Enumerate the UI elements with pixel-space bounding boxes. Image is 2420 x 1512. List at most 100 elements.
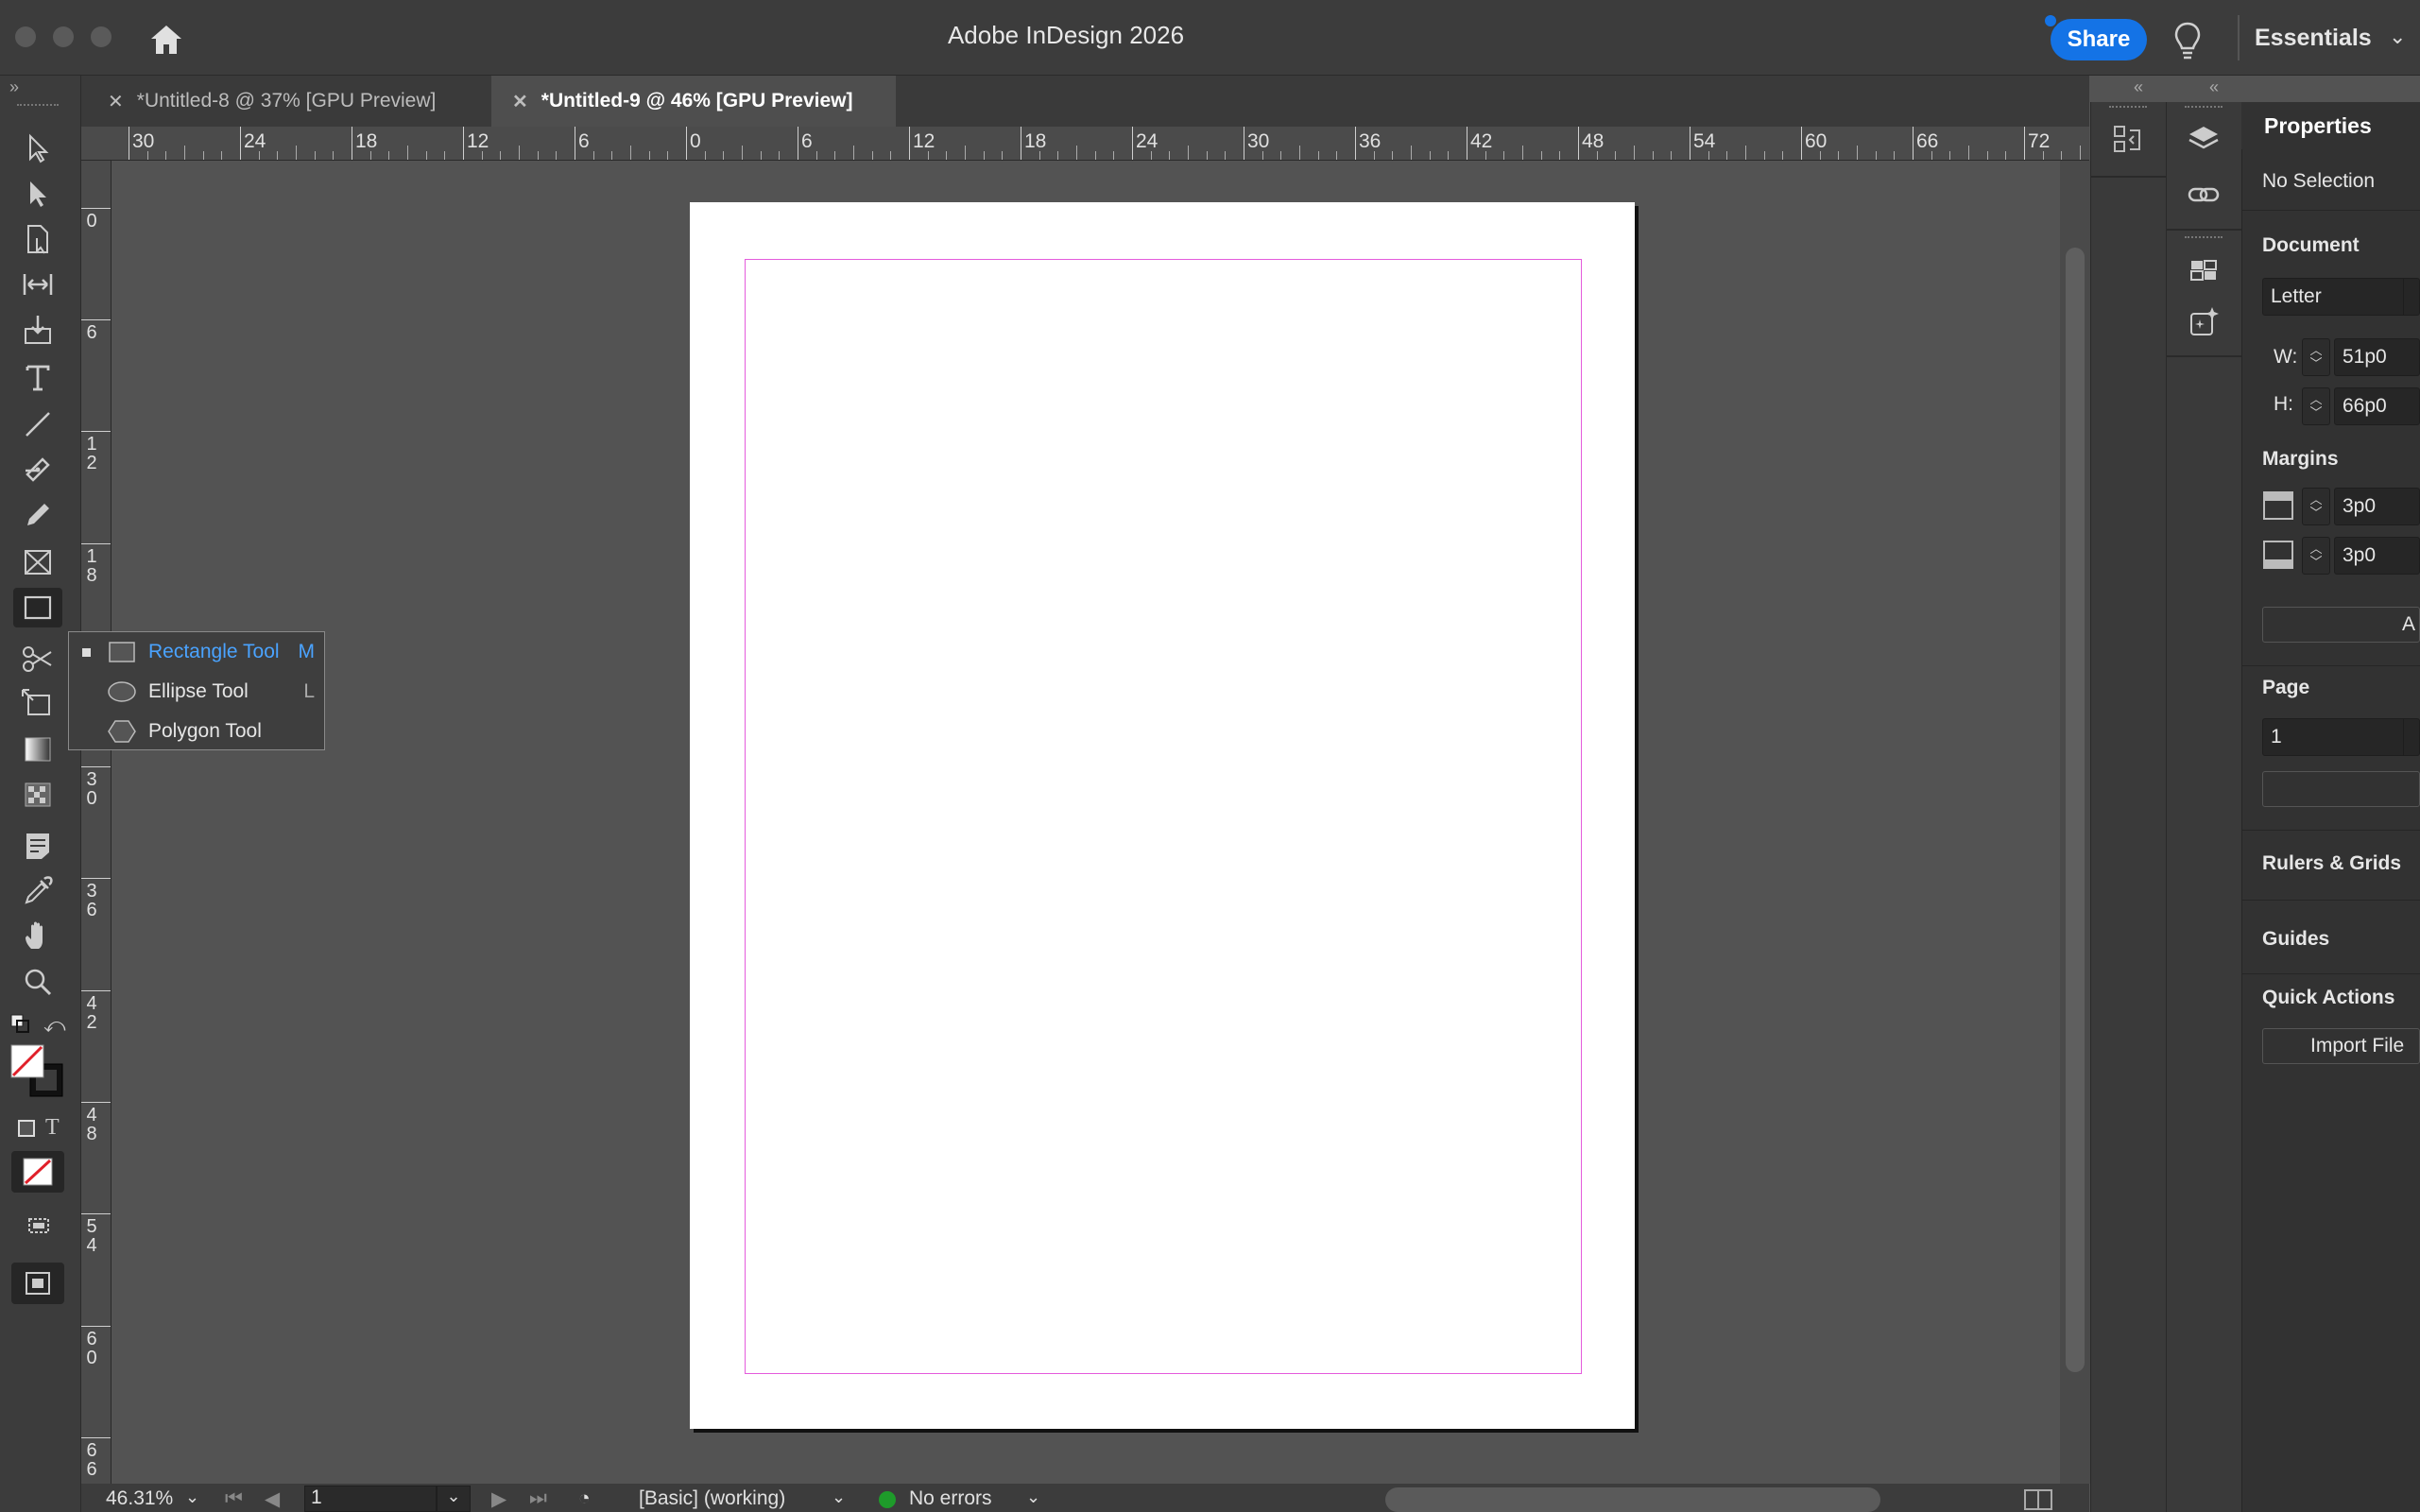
generative-ai-icon[interactable] [2183,301,2224,342]
page-number-field[interactable]: 1 [304,1486,437,1512]
panel-grip[interactable] [2185,106,2223,108]
pen-tool-icon[interactable] [13,450,62,490]
rectangle-tool-icon[interactable] [13,588,62,627]
zoom-tool-icon[interactable] [13,962,62,1002]
chevron-down-icon[interactable]: ⌄ [1026,1487,1040,1507]
margin-bottom-stepper[interactable]: ︿ ﹀ [2302,537,2330,575]
height-stepper[interactable]: ︿ ﹀ [2302,387,2330,425]
cc-libraries-icon[interactable] [2183,249,2224,291]
section-title-guides[interactable]: Guides [2262,928,2329,951]
chevron-down-icon[interactable]: ⌄ [2389,25,2406,49]
edit-page-button[interactable] [2262,771,2420,807]
last-page-icon[interactable]: ⏭ [529,1487,547,1510]
first-page-icon[interactable]: ⏮ [225,1487,243,1510]
ruler-minor-tick [815,151,817,160]
screen-mode-icon[interactable] [11,1263,64,1304]
margin-top-field[interactable]: 3p0 [2334,488,2420,525]
pencil-tool-icon[interactable] [13,495,62,535]
ruler-label: 66 [86,1440,97,1480]
preflight-profile-icon[interactable]: ◔ [578,1487,591,1510]
tab-untitled-9[interactable]: ✕ *Untitled-9 @ 46% [GPU Preview] [491,76,896,127]
swap-fill-stroke-icon[interactable]: ⤺ [43,1013,66,1038]
ruler-minor-tick [388,151,390,160]
section-title-rulers-grids[interactable]: Rulers & Grids [2262,852,2401,875]
note-tool-icon[interactable] [13,826,62,866]
eyedropper-tool-icon[interactable] [13,871,62,911]
panel-grip[interactable] [2185,236,2223,238]
format-text-icon[interactable]: T [45,1115,60,1141]
import-file-button[interactable]: Import File [2262,1028,2420,1064]
expand-panel-icon[interactable]: » [9,77,19,97]
adjust-layout-button[interactable]: A [2262,607,2420,643]
ruler-label: 48 [86,1105,97,1144]
preview-mode-icon[interactable] [13,1206,62,1246]
preflight-errors[interactable]: No errors [909,1487,992,1510]
type-tool-icon[interactable] [13,357,62,397]
flyout-item-polygon[interactable]: Polygon Tool [69,712,326,751]
ruler-minor-tick [296,146,297,160]
links-panel-icon[interactable] [2183,174,2224,215]
format-container-icon[interactable] [17,1119,36,1143]
close-tab-icon[interactable]: ✕ [512,90,528,113]
tab-untitled-8[interactable]: ✕ *Untitled-8 @ 37% [GPU Preview] [98,76,486,127]
ruler-major-tick [81,878,111,879]
layers-panel-icon[interactable] [2183,119,2224,161]
tab-properties[interactable]: Properties [2241,102,2420,149]
direct-selection-tool-icon[interactable] [13,174,62,214]
content-collector-icon[interactable] [13,310,62,350]
split-window-icon[interactable] [2024,1489,2052,1510]
hand-tool-icon[interactable] [13,917,62,956]
chevron-down-icon[interactable]: ⌄ [437,1486,471,1512]
pages-panel-icon[interactable] [2107,119,2149,161]
line-tool-icon[interactable] [13,404,62,444]
scissors-tool-icon[interactable] [13,639,62,679]
ruler-minor-tick [592,151,594,160]
ruler-minor-tick [648,151,650,160]
ruler-label: 42 [1470,130,1493,152]
lightbulb-icon[interactable] [2171,21,2204,65]
page-select-value: 1 [2271,726,2282,747]
collapse-dock-icon[interactable]: « [2134,77,2143,97]
ruler-minor-tick [1169,151,1171,160]
chevron-down-icon[interactable]: ⌄ [185,1487,199,1507]
next-page-icon[interactable]: ▶ [491,1487,506,1511]
scroll-thumb[interactable] [2066,248,2085,1372]
horizontal-scroll-thumb[interactable] [1385,1487,1880,1512]
page-tool-icon[interactable] [13,219,62,259]
gradient-feather-tool-icon[interactable] [13,775,62,815]
panel-grip[interactable] [2109,106,2147,108]
margin-top-stepper[interactable]: ︿ ﹀ [2302,488,2330,525]
selection-tool-icon[interactable] [13,129,62,168]
height-field[interactable]: 66p0 [2334,387,2420,425]
panel-grip[interactable] [17,104,59,108]
document-preset-select[interactable]: Letter [2262,278,2420,316]
ruler-label: 6 [578,130,590,152]
default-fill-stroke-icon[interactable] [9,1013,30,1039]
gap-tool-icon[interactable] [13,265,62,304]
share-button[interactable]: Share [2051,19,2147,60]
fill-stroke-swatch-icon[interactable] [9,1043,66,1103]
apply-none-icon[interactable] [11,1151,64,1193]
gradient-swatch-tool-icon[interactable] [13,730,62,769]
horizontal-ruler[interactable]: 30 24 18 12 6 0 6 12 18 24 30 36 42 48 54 60 66 72 [81,127,2089,161]
free-transform-tool-icon[interactable] [13,684,62,724]
width-stepper[interactable]: ︿ ﹀ [2302,338,2330,376]
ruler-minor-tick [537,151,539,160]
width-field[interactable]: 51p0 [2334,338,2420,376]
chevron-down-icon[interactable]: ⌄ [832,1487,846,1507]
rectangle-frame-tool-icon[interactable] [13,542,62,582]
margin-top-icon [2262,490,2294,526]
margin-bottom-field[interactable]: 3p0 [2334,537,2420,575]
collapse-dock-icon[interactable]: « [2209,77,2219,97]
preflight-profile-label[interactable]: [Basic] (working) [639,1487,785,1510]
ruler-minor-tick [1280,151,1282,160]
previous-page-icon[interactable]: ◀ [265,1487,280,1511]
ruler-label: 30 [86,769,97,809]
flyout-item-rectangle[interactable]: Rectangle Tool M [69,632,326,672]
workspace-switcher[interactable]: Essentials [2255,25,2372,52]
close-tab-icon[interactable]: ✕ [108,90,124,113]
page-select[interactable]: 1 [2262,718,2420,756]
flyout-item-ellipse[interactable]: Ellipse Tool L [69,672,326,712]
zoom-level[interactable]: 46.31% [106,1487,173,1510]
vertical-ruler[interactable]: 0 6 12 18 30 36 42 48 54 60 66 [81,161,112,1484]
